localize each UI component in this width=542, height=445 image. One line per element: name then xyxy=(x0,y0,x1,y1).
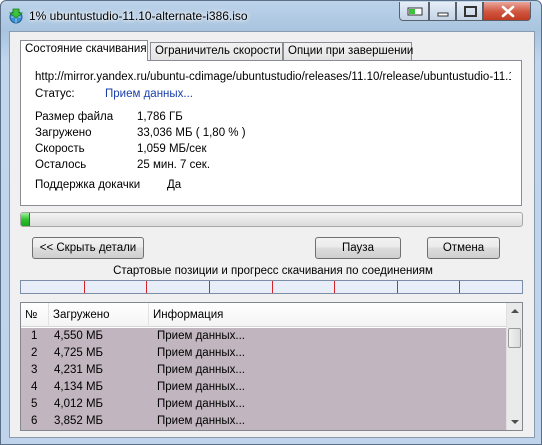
list-row[interactable]: 6 3,852 МБ Прием данных... xyxy=(21,413,507,430)
download-progress-bar xyxy=(20,212,523,227)
time-remaining-value: 25 мин. 7 сек. xyxy=(137,159,211,171)
row-info: Прием данных... xyxy=(157,398,245,410)
dialog-body: Состояние скачивания Ограничитель скорос… xyxy=(9,31,535,438)
row-info: Прием данных... xyxy=(157,347,245,359)
minimize-icon xyxy=(437,12,449,17)
close-icon xyxy=(501,5,515,18)
status-value: Прием данных... xyxy=(105,88,193,100)
row-info: Прием данных... xyxy=(157,364,245,376)
scrollbar-thumb[interactable] xyxy=(508,328,521,348)
row-downloaded: 4,725 МБ xyxy=(54,347,104,359)
maximize-button[interactable] xyxy=(456,2,483,21)
connections-label: Стартовые позиции и прогресс скачивания … xyxy=(113,265,433,277)
scroll-down-arrow-icon[interactable] xyxy=(507,414,522,430)
speed-label: Скорость xyxy=(35,143,85,155)
download-url: http://mirror.yandex.ru/ubuntu-cdimage/u… xyxy=(35,71,511,83)
tab-speed-limiter[interactable]: Ограничитель скорости xyxy=(150,42,283,60)
row-downloaded: 3,852 МБ xyxy=(54,415,104,427)
resume-support-value: Да xyxy=(167,179,182,191)
row-number: 3 xyxy=(31,364,38,376)
download-arrow-button[interactable] xyxy=(399,2,429,21)
status-label: Статус: xyxy=(35,88,75,100)
maximize-icon xyxy=(464,6,477,17)
row-downloaded: 4,550 МБ xyxy=(54,330,104,342)
file-size-label: Размер файла xyxy=(35,111,114,123)
title-bar[interactable]: 1% ubuntustudio-11.10-alternate-i386.iso xyxy=(1,1,541,31)
row-number: 2 xyxy=(31,347,38,359)
column-info[interactable]: Информация xyxy=(149,303,507,327)
speed-value: 1,059 МБ/сек xyxy=(137,143,207,155)
scroll-up-arrow-icon[interactable] xyxy=(507,303,522,319)
connections-progress-bar xyxy=(20,280,523,294)
row-info: Прием данных... xyxy=(157,381,245,393)
minimize-button[interactable] xyxy=(429,2,456,21)
hide-details-button[interactable]: << Скрыть детали xyxy=(32,237,144,259)
connection-start-marker xyxy=(146,281,147,293)
tab-download-status[interactable]: Состояние скачивания xyxy=(20,40,148,61)
window-title: 1% ubuntustudio-11.10-alternate-i386.iso xyxy=(29,9,248,23)
list-row[interactable]: 3 4,231 МБ Прием данных... xyxy=(21,362,507,379)
pause-button[interactable]: Пауза xyxy=(315,237,401,259)
list-header: № Загружено Информация xyxy=(21,303,507,327)
list-row[interactable]: 1 4,550 МБ Прием данных... xyxy=(21,328,507,345)
downloaded-value: 33,036 МБ ( 1,80 % ) xyxy=(137,127,246,139)
list-row[interactable]: 2 4,725 МБ Прием данных... xyxy=(21,345,507,362)
download-arrow-icon xyxy=(407,7,423,16)
list-row[interactable]: 4 4,134 МБ Прием данных... xyxy=(21,379,507,396)
row-downloaded: 4,134 МБ xyxy=(54,381,104,393)
row-info: Прием данных... xyxy=(157,415,245,427)
time-remaining-label: Осталось xyxy=(35,159,87,171)
list-scrollbar[interactable] xyxy=(506,303,522,430)
row-number: 1 xyxy=(31,330,38,342)
downloaded-label: Загружено xyxy=(35,127,92,139)
connection-start-marker xyxy=(272,281,273,293)
resume-support-label: Поддержка докачки xyxy=(35,179,141,191)
row-number: 5 xyxy=(31,398,38,410)
progress-fill xyxy=(21,213,31,226)
connections-list: № Загружено Информация 1 4,550 МБ Прием да… xyxy=(20,302,523,431)
download-status-panel: http://mirror.yandex.ru/ubuntu-cdimage/u… xyxy=(20,60,522,206)
list-row[interactable]: 5 4,012 МБ Прием данных... xyxy=(21,396,507,413)
row-downloaded: 4,012 МБ xyxy=(54,398,104,410)
download-globe-icon xyxy=(8,8,24,24)
column-number[interactable]: № xyxy=(21,303,49,327)
row-number: 6 xyxy=(31,415,38,427)
list-rows: 1 4,550 МБ Прием данных... 2 4,725 МБ Прием д… xyxy=(21,328,507,430)
connection-start-marker xyxy=(459,281,460,293)
connection-start-marker xyxy=(397,281,398,293)
file-size-value: 1,786 ГБ xyxy=(137,111,183,123)
connection-start-marker xyxy=(334,281,335,293)
download-window: 1% ubuntustudio-11.10-alternate-i386.iso xyxy=(0,0,542,445)
row-info: Прием данных... xyxy=(157,330,245,342)
cancel-button[interactable]: Отмена xyxy=(427,237,500,259)
connection-start-marker xyxy=(209,281,210,293)
row-number: 4 xyxy=(31,381,38,393)
tab-completion-options[interactable]: Опции при завершении xyxy=(283,42,413,60)
close-button[interactable] xyxy=(483,2,531,21)
connection-start-marker xyxy=(84,281,85,293)
column-downloaded[interactable]: Загружено xyxy=(49,303,149,327)
row-downloaded: 4,231 МБ xyxy=(54,364,104,376)
